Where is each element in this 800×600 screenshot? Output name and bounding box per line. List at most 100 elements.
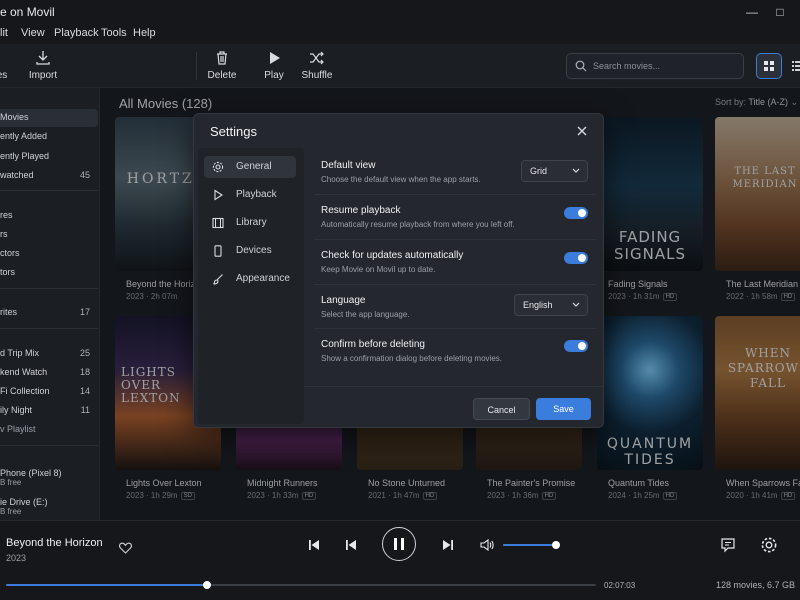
grid-view-button[interactable] (756, 53, 782, 79)
setting-description: Select the app language. (321, 310, 410, 319)
previous-icon[interactable] (345, 539, 357, 551)
pause-button[interactable] (382, 527, 416, 561)
sidebar-item-playlist-weekend[interactable]: kend Watch 18 (0, 364, 98, 382)
volume-icon[interactable] (480, 539, 494, 551)
film-icon (212, 217, 224, 229)
sidebar-item-label: res (0, 210, 13, 220)
setting-description: Keep Movie on Movil up to date. (321, 265, 436, 274)
sidebar-item-count: 14 (79, 386, 90, 396)
save-button[interactable]: Save (536, 398, 591, 420)
setting-description: Choose the default view when the app sta… (321, 175, 481, 184)
playback-time: 02:07:03 (604, 581, 636, 590)
settings-nav: General Playback Library Devices Appeara… (198, 148, 304, 424)
menu-tools[interactable]: Tools (101, 27, 127, 39)
new-playlist-label: v Playlist (0, 424, 36, 434)
sidebar-item-count: 45 (79, 170, 90, 180)
heart-icon[interactable] (119, 542, 132, 554)
settings-gear-icon[interactable] (760, 536, 778, 554)
shuffle-label: Shuffle (301, 70, 333, 81)
delete-button[interactable]: Delete (200, 50, 244, 81)
cancel-button[interactable]: Cancel (473, 398, 530, 420)
player-bar: Beyond the Horizon 2023 02:07:03 128 mov… (0, 520, 800, 600)
setting-name: Resume playback (321, 205, 401, 216)
list-view-button[interactable] (784, 53, 800, 79)
sidebar-item-movies[interactable]: Movies (0, 109, 98, 127)
play-button[interactable]: Play (252, 50, 296, 81)
settings-nav-general[interactable]: General (204, 156, 296, 178)
menu-view[interactable]: View (21, 27, 45, 39)
shuffle-icon (310, 51, 324, 65)
sidebar-item-device-phone[interactable]: Phone (Pixel 8) B free (0, 465, 98, 491)
settings-nav-playback[interactable]: Playback (204, 184, 296, 206)
maximize-button[interactable]: □ (772, 4, 788, 20)
sidebar-item-label: rites (0, 307, 18, 317)
sidebar-item-label: ently Played (0, 151, 50, 161)
seek-bar-fill (6, 584, 207, 586)
sidebar-item-genres[interactable]: res (0, 207, 98, 225)
seek-bar[interactable] (6, 581, 596, 589)
select-value: Grid (530, 166, 548, 176)
settings-nav-library[interactable]: Library (204, 212, 296, 234)
brush-icon (213, 274, 223, 285)
sidebar-divider (0, 328, 98, 329)
skip-back-icon[interactable] (308, 539, 320, 551)
settings-nav-label: Appearance (236, 273, 290, 284)
language-select[interactable]: English (514, 294, 588, 316)
sidebar-item-favorites[interactable]: rites 17 (0, 304, 98, 322)
search-input[interactable] (593, 58, 733, 74)
sidebar-item-recently-added[interactable]: ently Added (0, 128, 98, 146)
subtitles-icon[interactable] (720, 537, 736, 553)
play-icon (270, 52, 280, 64)
sidebar-item-count: 18 (79, 367, 90, 377)
list-icon (792, 61, 800, 71)
close-icon[interactable] (575, 124, 589, 138)
sidebar-item-playlist-scifi[interactable]: Fi Collection 14 (0, 383, 98, 401)
resume-playback-toggle[interactable] (564, 207, 588, 219)
settings-nav-label: Devices (236, 245, 272, 256)
delete-label: Delete (207, 70, 237, 81)
setting-divider (314, 284, 596, 285)
sidebar-item-years[interactable]: rs (0, 226, 98, 244)
folder-icon (0, 50, 10, 66)
sidebar-item-recently-played[interactable]: ently Played (0, 148, 98, 166)
minimize-button[interactable]: — (744, 4, 760, 20)
settings-dialog: Settings General Playback Library Device… (193, 113, 604, 428)
sidebar-divider (0, 288, 98, 289)
sidebar-item-unwatched[interactable]: watched 45 (0, 167, 98, 185)
settings-nav-devices[interactable]: Devices (204, 240, 296, 262)
play-outline-icon (214, 189, 224, 201)
import-button[interactable]: Import (21, 50, 65, 81)
search-box[interactable] (566, 53, 744, 79)
setting-divider (314, 328, 596, 329)
trash-icon (217, 51, 227, 65)
check-updates-toggle[interactable] (564, 252, 588, 264)
volume-slider[interactable] (503, 541, 561, 549)
sidebar-item-device-drive[interactable]: ie Drive (E:) B free (0, 494, 98, 520)
sidebar-item-actors[interactable]: tors (0, 264, 98, 282)
menu-bar: lit View Playback Tools Help (0, 24, 800, 44)
setting-confirm-delete: Confirm before deleting Show a confirmat… (321, 339, 589, 383)
setting-name: Confirm before deleting (321, 339, 425, 350)
settings-nav-appearance[interactable]: Appearance (204, 268, 296, 290)
sidebar-item-count: 11 (80, 405, 90, 415)
new-playlist-button[interactable]: v Playlist (0, 421, 98, 439)
chevron-down-icon (572, 168, 580, 173)
setting-divider (314, 239, 596, 240)
chevron-down-icon (572, 302, 580, 307)
sidebar-item-playlist-family[interactable]: ily Night 11 (0, 402, 98, 420)
menu-playback[interactable]: Playback (54, 27, 99, 39)
menu-edit[interactable]: lit (0, 27, 8, 39)
menu-help[interactable]: Help (133, 27, 156, 39)
seek-bar-knob[interactable] (202, 581, 211, 589)
sidebar-item-playlist-road-trip[interactable]: d Trip Mix 25 (0, 345, 98, 363)
confirm-delete-toggle[interactable] (564, 340, 588, 352)
sidebar-item-label: watched (0, 170, 34, 180)
shuffle-button[interactable]: Shuffle (295, 50, 339, 81)
settings-nav-label: General (236, 161, 272, 172)
now-playing-year: 2023 (6, 553, 27, 563)
sidebar-item-label: ily Night (0, 405, 33, 415)
sidebar-divider (0, 190, 98, 191)
default-view-select[interactable]: Grid (521, 160, 588, 182)
sidebar-item-directors[interactable]: ctors (0, 245, 98, 263)
next-icon[interactable] (442, 539, 454, 551)
